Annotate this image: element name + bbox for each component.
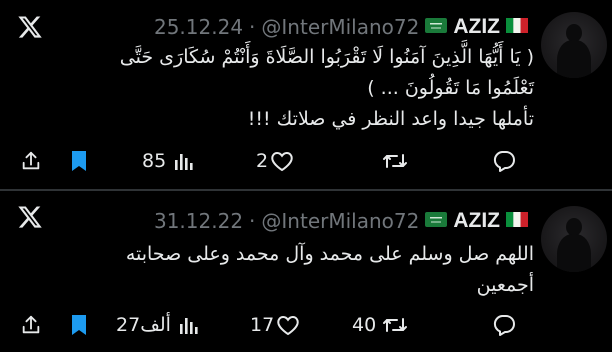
bookmark-button[interactable]: [69, 310, 89, 340]
views-count: 27ألف: [116, 314, 171, 336]
tweet-header: 31.12.22 · @InterMilano72 AZIZ: [154, 206, 534, 236]
reply-icon: [493, 315, 515, 336]
like-button[interactable]: 17: [250, 310, 300, 340]
tweet-text: اللهم صل وسلم على محمد وآل محمد وعلى صحا…: [64, 239, 534, 301]
avatar[interactable]: [541, 206, 607, 272]
italy-flag-icon: [506, 211, 528, 231]
share-icon: [22, 315, 40, 334]
saudi-flag-icon: [425, 17, 448, 37]
tweet-text-line: تأملها جيدا واعد النظر في صلاتك !!!: [247, 108, 534, 130]
views-button[interactable]: 85: [142, 146, 194, 176]
reply-icon: [493, 151, 515, 172]
heart-icon: [277, 315, 299, 336]
share-icon: [22, 151, 40, 170]
italy-flag-icon: [506, 17, 528, 37]
tweet-header: 25.12.24 · @InterMilano72 AZIZ: [154, 12, 534, 42]
tweet-text-line: أجمعين: [476, 274, 534, 296]
retweet-button[interactable]: 40: [352, 310, 408, 340]
tweet-text-line: تَعْلَمُوا مَا تَقُولُونَ ... ): [367, 77, 534, 99]
tweet-text-line: اللهم صل وسلم على محمد وآل محمد وعلى صحا…: [125, 243, 534, 265]
retweets-count: 40: [352, 314, 377, 336]
separator-dot: ·: [249, 209, 256, 233]
avatar[interactable]: [541, 12, 607, 78]
reply-button[interactable]: [492, 310, 516, 340]
share-button[interactable]: [20, 310, 42, 340]
tweet-date[interactable]: 25.12.24: [154, 15, 243, 39]
user-handle[interactable]: @InterMilano72: [261, 209, 419, 233]
retweet-icon: [383, 318, 408, 332]
views-icon: [179, 318, 198, 334]
display-name[interactable]: AZIZ: [453, 209, 500, 233]
bookmark-icon: [72, 151, 86, 171]
tweet-actions: 85 2: [0, 146, 612, 176]
likes-count: 2: [256, 150, 269, 172]
tweet[interactable]: 25.12.24 · @InterMilano72 AZIZ ( يَا أَي…: [0, 0, 612, 189]
share-button[interactable]: [20, 146, 42, 176]
saudi-flag-icon: [425, 211, 448, 231]
bookmark-icon: [72, 315, 86, 335]
like-button[interactable]: 2: [256, 146, 294, 176]
views-count: 85: [142, 150, 167, 172]
tweet-date[interactable]: 31.12.22: [154, 209, 243, 233]
tweet-actions: 27ألف 17 40: [0, 310, 612, 340]
separator-dot: ·: [249, 15, 256, 39]
likes-count: 17: [250, 314, 275, 336]
bookmark-button[interactable]: [69, 146, 89, 176]
tweet-text-line: ( يَا أَيُّهَا الَّذِينَ آمَنُوا لَا تَق…: [119, 46, 534, 68]
views-button[interactable]: 27ألف: [116, 310, 199, 340]
user-handle[interactable]: @InterMilano72: [261, 15, 419, 39]
x-logo-icon: [17, 204, 43, 230]
tweet-text: ( يَا أَيُّهَا الَّذِينَ آمَنُوا لَا تَق…: [64, 42, 534, 135]
display-name[interactable]: AZIZ: [453, 15, 500, 39]
tweet-divider: [0, 189, 612, 191]
tweet[interactable]: 31.12.22 · @InterMilano72 AZIZ اللهم صل …: [0, 192, 612, 352]
views-icon: [175, 154, 193, 170]
reply-button[interactable]: [492, 146, 516, 176]
heart-icon: [271, 151, 293, 172]
retweet-icon: [383, 154, 407, 168]
x-logo-icon: [17, 14, 43, 40]
retweet-button[interactable]: [382, 146, 408, 176]
